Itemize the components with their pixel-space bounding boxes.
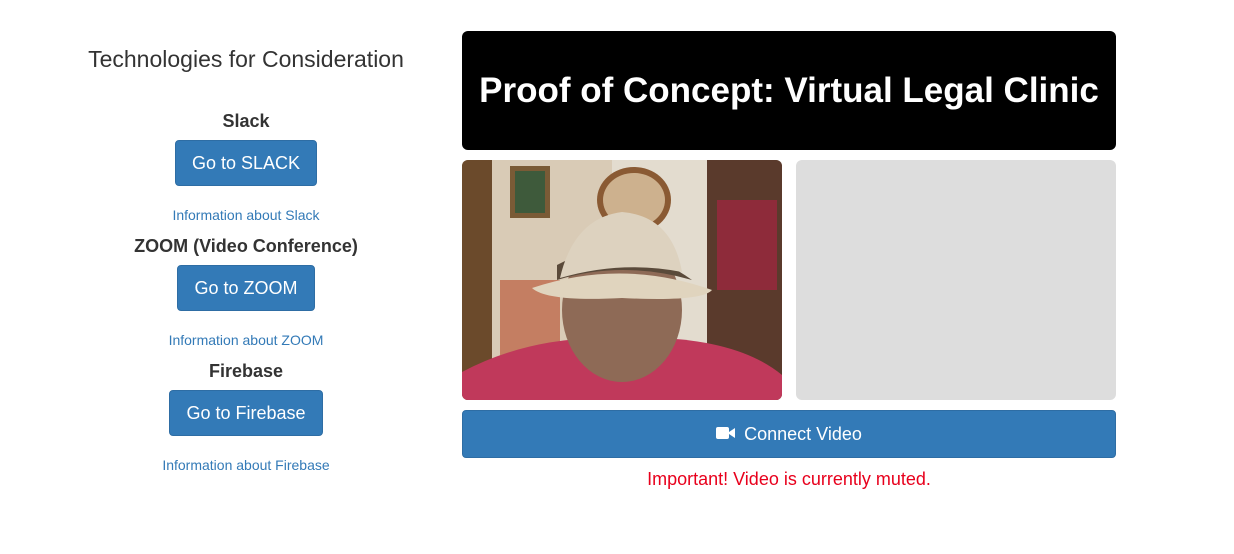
go-to-firebase-button[interactable]: Go to Firebase (169, 390, 323, 436)
title-banner: Proof of Concept: Virtual Legal Clinic (462, 31, 1116, 150)
tech-name-slack: Slack (222, 111, 270, 131)
slack-info-link[interactable]: Information about Slack (60, 206, 432, 224)
video-camera-icon (716, 424, 736, 445)
tech-block-zoom: ZOOM (Video Conference) Go to ZOOM Infor… (60, 235, 432, 349)
tech-block-slack: Slack Go to SLACK Information about Slac… (60, 110, 432, 224)
local-video-feed (462, 160, 782, 400)
firebase-info-link[interactable]: Information about Firebase (60, 456, 432, 474)
video-clinic-panel: Proof of Concept: Virtual Legal Clinic C… (462, 31, 1116, 491)
tech-block-firebase: Firebase Go to Firebase Information abou… (60, 360, 432, 474)
remote-video-placeholder (796, 160, 1116, 400)
tech-name-zoom: ZOOM (Video Conference) (134, 236, 358, 256)
banner-title: Proof of Concept: Virtual Legal Clinic (479, 70, 1099, 110)
go-to-zoom-button[interactable]: Go to ZOOM (177, 265, 315, 311)
zoom-info-link[interactable]: Information about ZOOM (60, 331, 432, 349)
connect-video-button[interactable]: Connect Video (462, 410, 1116, 458)
tech-name-firebase: Firebase (208, 361, 284, 381)
local-video (462, 160, 782, 400)
connect-video-label: Connect Video (744, 423, 862, 444)
sidebar-title: Technologies for Consideration (88, 46, 404, 72)
video-area (462, 160, 1116, 400)
technologies-sidebar: Technologies for Consideration Slack Go … (60, 44, 432, 474)
video-muted-warning: Important! Video is currently muted. (647, 469, 931, 489)
go-to-slack-button[interactable]: Go to SLACK (174, 140, 318, 186)
